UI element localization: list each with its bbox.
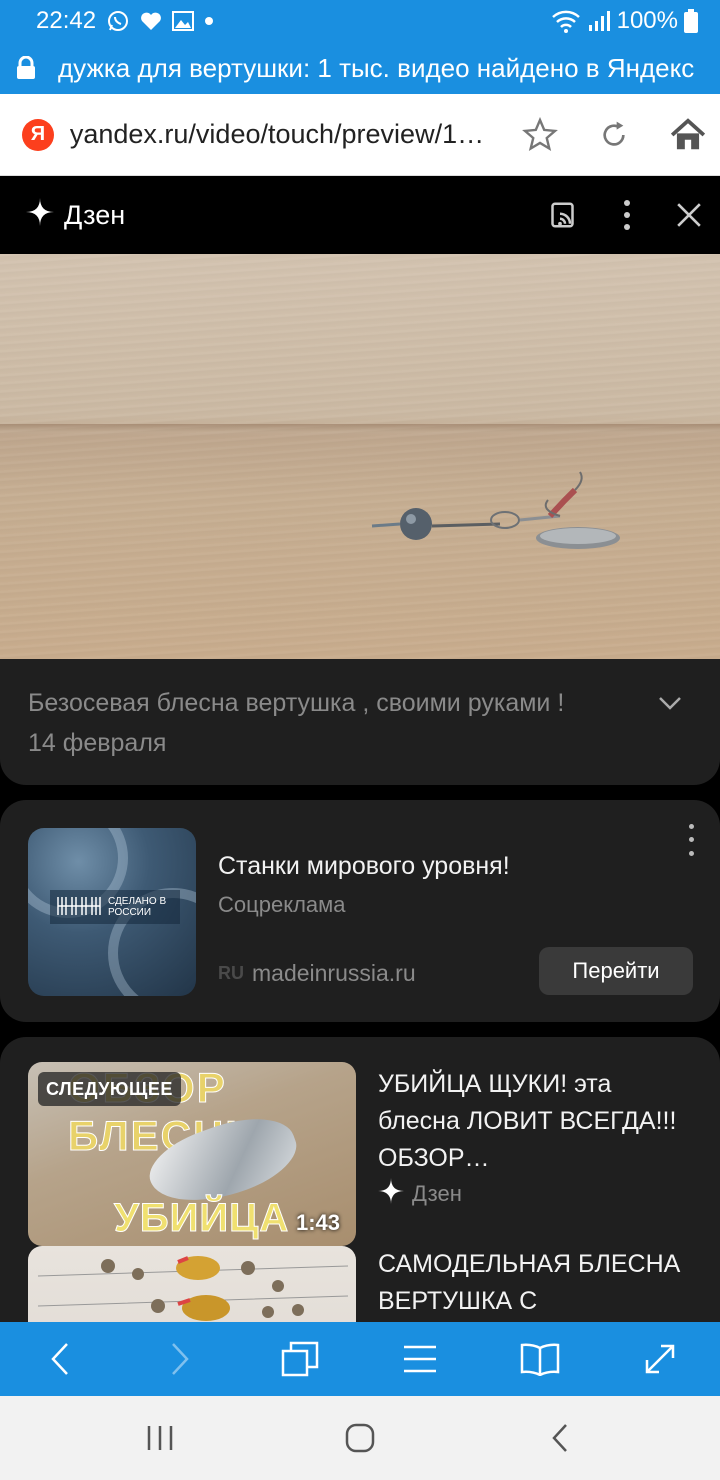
barcode-icon bbox=[56, 895, 102, 920]
lock-icon bbox=[16, 56, 44, 80]
more-vertical-icon[interactable] bbox=[596, 184, 658, 246]
domain-prefix: RU bbox=[218, 963, 244, 983]
made-in-russia-logo: СДЕЛАНО В РОССИИ bbox=[50, 890, 180, 924]
dzen-star-icon bbox=[378, 1178, 404, 1210]
wifi-icon bbox=[551, 9, 581, 33]
status-bar: 22:42 100% bbox=[0, 0, 720, 42]
whatsapp-icon bbox=[106, 9, 130, 33]
battery-icon bbox=[684, 9, 698, 33]
menu-icon[interactable] bbox=[360, 1322, 480, 1396]
back-icon[interactable] bbox=[0, 1322, 120, 1396]
cast-icon[interactable] bbox=[534, 184, 596, 246]
video-frame-lure bbox=[371, 471, 620, 549]
recommendations-list: ОБЗОР БЛЕСНЫ УБИЙЦА ЩУКИ СЛЕДУЮЩЕЕ 1:43 … bbox=[0, 1037, 720, 1337]
ad-domain[interactable]: RU madeinrussia.ru bbox=[218, 960, 416, 987]
page-title: дужка для вертушки: 1 тыс. видео найдено… bbox=[58, 52, 695, 83]
ad-more-icon[interactable] bbox=[678, 820, 704, 860]
signal-icon bbox=[587, 9, 611, 33]
video-date: 14 февраля bbox=[28, 729, 167, 757]
close-icon[interactable] bbox=[658, 184, 720, 246]
system-nav-bar bbox=[0, 1396, 720, 1480]
ad-thumbnail[interactable]: СДЕЛАНО В РОССИИ bbox=[28, 828, 196, 996]
reader-mode-icon[interactable] bbox=[480, 1322, 600, 1396]
source-name: Дзен bbox=[412, 1181, 462, 1206]
video-thumbnail[interactable]: ОБЗОР БЛЕСНЫ УБИЙЦА ЩУКИ СЛЕДУЮЩЕЕ 1:43 bbox=[28, 1062, 356, 1246]
tabs-icon[interactable] bbox=[240, 1322, 360, 1396]
next-badge: СЛЕДУЮЩЕЕ bbox=[38, 1072, 181, 1106]
dzen-logo[interactable]: Дзен bbox=[26, 197, 126, 233]
dzen-star-icon bbox=[26, 197, 54, 233]
video-title[interactable]: УБИЙЦА ЩУКИ! эта блесна ЛОВИТ ВСЕГДА!!! … bbox=[378, 1066, 688, 1177]
reload-icon[interactable] bbox=[582, 103, 646, 167]
home-button-icon[interactable] bbox=[320, 1408, 400, 1468]
ad-title[interactable]: Станки мирового уровня! bbox=[218, 852, 510, 881]
ad-card[interactable]: СДЕЛАНО В РОССИИ Станки мирового уровня!… bbox=[0, 800, 720, 1022]
dot-icon bbox=[204, 16, 214, 26]
fullscreen-icon[interactable] bbox=[600, 1322, 720, 1396]
video-title: Безосевая блесна вертушка , своими рукам… bbox=[28, 689, 565, 717]
browser-toolbar bbox=[0, 1322, 720, 1396]
video-source: Дзен bbox=[378, 1178, 462, 1210]
go-button[interactable]: Перейти bbox=[539, 947, 693, 995]
page-title-bar: дужка для вертушки: 1 тыс. видео найдено… bbox=[0, 42, 720, 94]
ad-label: Соцреклама bbox=[218, 892, 346, 917]
heart-icon bbox=[140, 11, 162, 31]
domain-text: madeinrussia.ru bbox=[252, 960, 416, 986]
home-icon[interactable] bbox=[656, 103, 720, 167]
dzen-brand-label: Дзен bbox=[64, 199, 126, 230]
system-back-icon[interactable] bbox=[520, 1408, 600, 1468]
bookmark-star-icon[interactable] bbox=[508, 103, 572, 167]
image-icon bbox=[172, 11, 195, 31]
yandex-logo-icon: Я bbox=[22, 118, 54, 151]
recent-apps-icon[interactable] bbox=[120, 1408, 200, 1468]
url-field[interactable]: yandex.ru/video/touch/preview/1234567890 bbox=[70, 119, 498, 150]
chevron-down-icon[interactable] bbox=[650, 683, 690, 723]
thumb-logo-text: СДЕЛАНО В РОССИИ bbox=[108, 896, 167, 918]
battery-level: 100% bbox=[616, 7, 678, 34]
dzen-header: Дзен bbox=[0, 176, 720, 254]
forward-icon[interactable] bbox=[120, 1322, 240, 1396]
video-player[interactable] bbox=[0, 254, 720, 659]
clock: 22:42 bbox=[36, 7, 97, 34]
video-info: Безосевая блесна вертушка , своими рукам… bbox=[0, 659, 720, 785]
duration-label: 1:43 bbox=[295, 1210, 340, 1235]
address-bar[interactable]: Я yandex.ru/video/touch/preview/12345678… bbox=[0, 94, 720, 176]
